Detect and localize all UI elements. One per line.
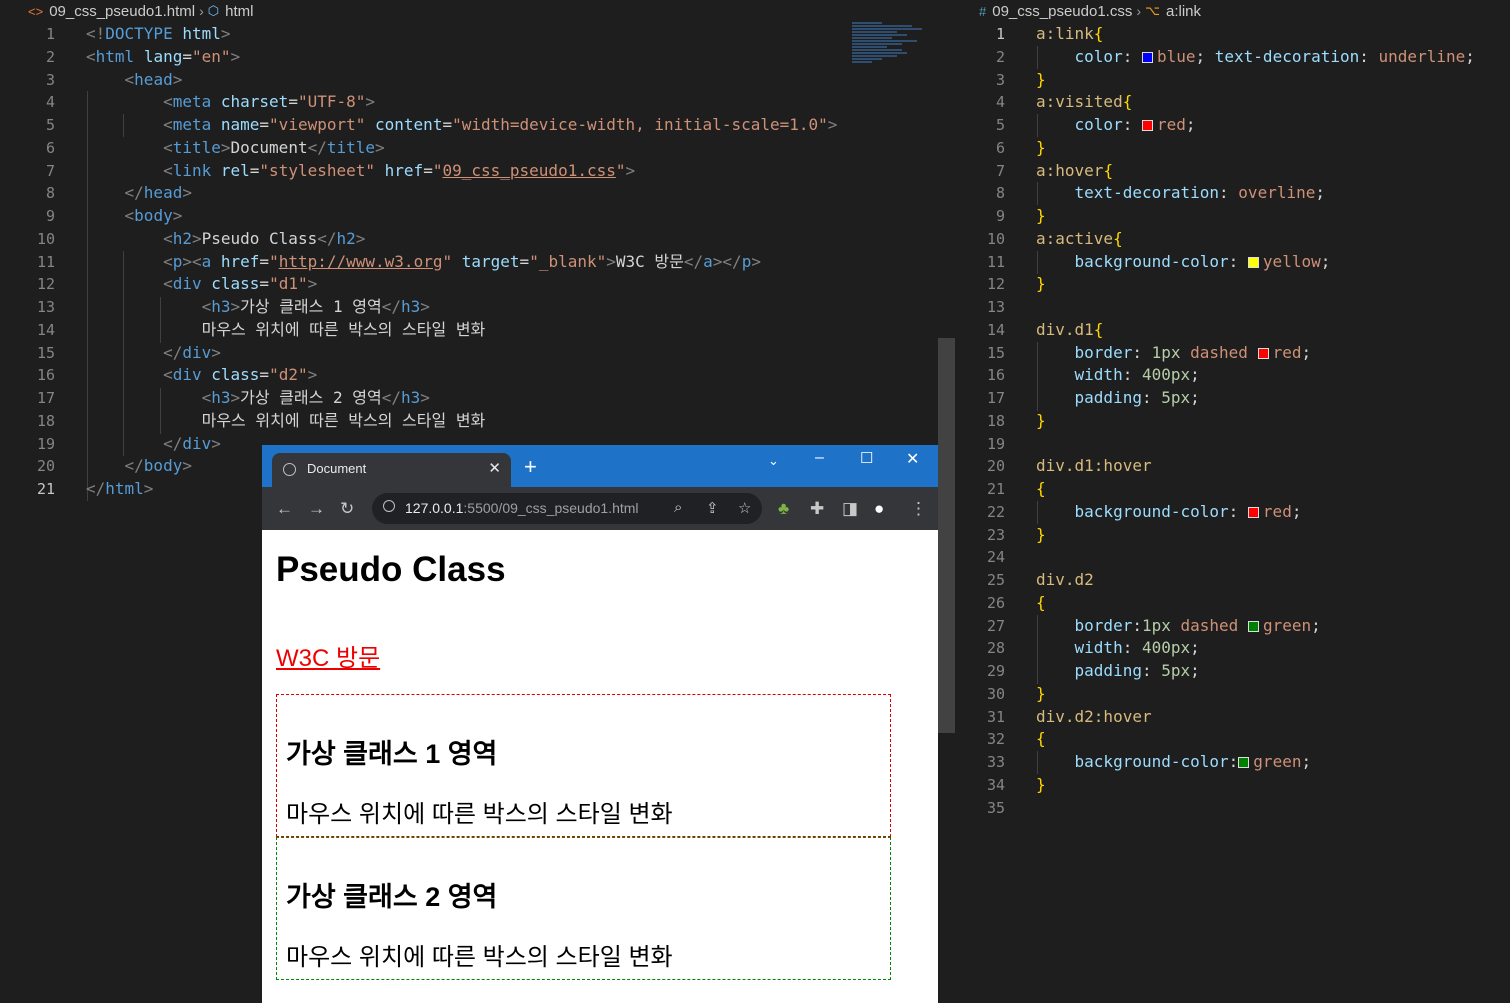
tab-title: Document: [307, 461, 367, 476]
breadcrumb-symbol[interactable]: html: [225, 3, 253, 20]
close-tab-icon[interactable]: ✕: [488, 459, 501, 477]
breadcrumb-symbol[interactable]: a:link: [1166, 3, 1201, 20]
box-heading: 가상 클래스 2 영역: [286, 882, 498, 912]
star-icon[interactable]: ☆: [738, 499, 751, 517]
close-icon[interactable]: ✕: [906, 449, 919, 469]
info-icon[interactable]: [383, 500, 395, 512]
tree-extension-icon[interactable]: ♣: [778, 499, 789, 519]
chevron-down-icon[interactable]: ⌄: [768, 453, 779, 469]
maximize-icon[interactable]: ☐: [860, 449, 873, 467]
kebab-menu-icon[interactable]: ⋮: [910, 499, 927, 519]
browser-tab[interactable]: Document ✕: [272, 453, 511, 487]
page-content: Pseudo Class W3C 방문 가상 클래스 1 영역 마우스 위치에 …: [262, 530, 938, 1003]
globe-icon: [283, 463, 296, 476]
url-text[interactable]: 127.0.0.1:5500/09_css_pseudo1.html: [405, 500, 639, 516]
zoom-icon[interactable]: ⌕: [674, 499, 682, 516]
breadcrumb-file[interactable]: 09_css_pseudo1.html: [49, 3, 195, 20]
forward-arrow-icon[interactable]: →: [308, 499, 325, 519]
chevron-right-icon: ›: [199, 3, 204, 19]
symbol-icon: ⬡: [207, 3, 220, 18]
address-bar[interactable]: 127.0.0.1:5500/09_css_pseudo1.html ⌕ ⇪ ☆: [372, 493, 762, 524]
browser-window[interactable]: Document ✕ + ⌄ – ☐ ✕ ← → ↻ 127.0.0.1:550…: [262, 445, 938, 1003]
browser-toolbar: ← → ↻ 127.0.0.1:5500/09_css_pseudo1.html…: [262, 487, 938, 530]
breadcrumb-file[interactable]: 09_css_pseudo1.css: [992, 3, 1132, 20]
box-heading: 가상 클래스 1 영역: [286, 739, 498, 769]
html-file-icon: <>: [28, 3, 44, 19]
pseudo-box-2[interactable]: 가상 클래스 2 영역 마우스 위치에 따른 박스의 스타일 변화: [276, 837, 891, 980]
css-hash-icon: #: [979, 3, 987, 19]
box-text: 마우스 위치에 따른 박스의 스타일 변화: [286, 801, 673, 828]
share-icon[interactable]: ⇪: [706, 499, 719, 517]
puzzle-icon[interactable]: ✚: [810, 499, 824, 519]
sidebar-icon[interactable]: ◨: [842, 499, 858, 519]
symbol-icon: ⌥: [1145, 3, 1160, 18]
minimize-icon[interactable]: –: [815, 449, 824, 467]
scrollbar-thumb[interactable]: [938, 338, 955, 733]
browser-titlebar[interactable]: Document ✕ + ⌄ – ☐ ✕: [262, 445, 938, 487]
pseudo-box-1[interactable]: 가상 클래스 1 영역 마우스 위치에 따른 박스의 스타일 변화: [276, 694, 891, 837]
w3c-link[interactable]: W3C 방문: [276, 638, 380, 673]
reload-icon[interactable]: ↻: [340, 499, 354, 519]
code-area[interactable]: 1 a:link{ 2 color: blue; text-decoration:…: [955, 23, 1510, 819]
box-text: 마우스 위치에 따른 박스의 스타일 변화: [286, 944, 673, 971]
css-editor[interactable]: # 09_css_pseudo1.css › ⌥ a:link 1 a:link{…: [955, 0, 1510, 1003]
profile-icon[interactable]: ●: [874, 499, 884, 519]
back-arrow-icon[interactable]: ←: [276, 499, 293, 519]
new-tab-icon[interactable]: +: [524, 454, 537, 480]
code-area[interactable]: 1 <!DOCTYPE html> 2 <html lang="en"> 3 <he…: [0, 23, 938, 501]
page-heading: Pseudo Class: [276, 550, 506, 589]
chevron-right-icon: ›: [1136, 3, 1141, 19]
breadcrumb: <> 09_css_pseudo1.html › ⬡ html: [0, 0, 938, 22]
breadcrumb: # 09_css_pseudo1.css › ⌥ a:link: [955, 0, 1510, 22]
